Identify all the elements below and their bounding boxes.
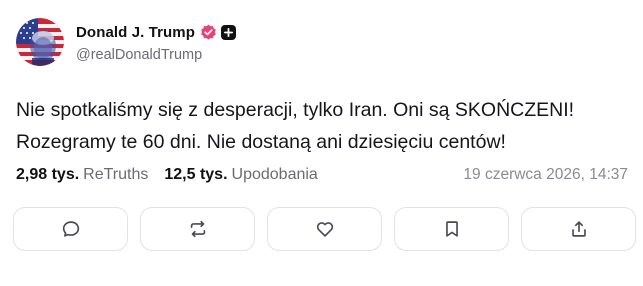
verified-badge-icon — [200, 24, 217, 41]
post-header: Donald J. Trump @realDonaldTrump — [16, 18, 237, 66]
action-bar — [13, 207, 636, 251]
avatar[interactable] — [16, 18, 64, 66]
bookmark-button[interactable] — [394, 207, 509, 251]
handle[interactable]: @realDonaldTrump — [76, 47, 236, 63]
share-icon — [571, 221, 586, 237]
like-button[interactable] — [267, 207, 382, 251]
name-row: Donald J. Trump — [76, 22, 237, 44]
reply-button[interactable] — [13, 207, 128, 251]
retruths-count: 2,98 tys. — [16, 166, 80, 183]
likes-count: 12,5 tys. — [164, 166, 228, 183]
post-stats: 2,98 tys. ReTruths 12,5 tys. Upodobania … — [16, 166, 628, 184]
post-text: Nie spotkaliśmy się z desperacji, tylko … — [16, 94, 631, 158]
retruth-icon — [190, 220, 205, 238]
timestamp[interactable]: 19 czerwca 2026, 14:37 — [463, 166, 628, 184]
avatar-flag-portrait-icon — [16, 18, 64, 66]
bookmark-icon — [445, 221, 458, 237]
plus-badge-icon — [221, 25, 237, 40]
share-button[interactable] — [521, 207, 636, 251]
like-icon — [316, 222, 333, 237]
post-text-line-2: Rozegramy te 60 dni. Nie dostaną ani dzi… — [16, 131, 506, 153]
retruths-label: ReTruths — [83, 166, 149, 183]
post-text-line-1: Nie spotkaliśmy się z desperacji, tylko … — [16, 99, 575, 121]
display-name[interactable]: Donald J. Trump — [76, 24, 195, 41]
profile-names: Donald J. Trump @realDonaldTrump — [76, 22, 237, 63]
post-card: Donald J. Trump @realDonaldTrump Nie spo… — [0, 0, 643, 286]
reply-icon — [62, 221, 79, 237]
retruths-stat[interactable]: 2,98 tys. ReTruths — [16, 166, 148, 184]
likes-label: Upodobania — [231, 166, 318, 183]
likes-stat[interactable]: 12,5 tys. Upodobania — [164, 166, 317, 184]
retruth-button[interactable] — [140, 207, 255, 251]
